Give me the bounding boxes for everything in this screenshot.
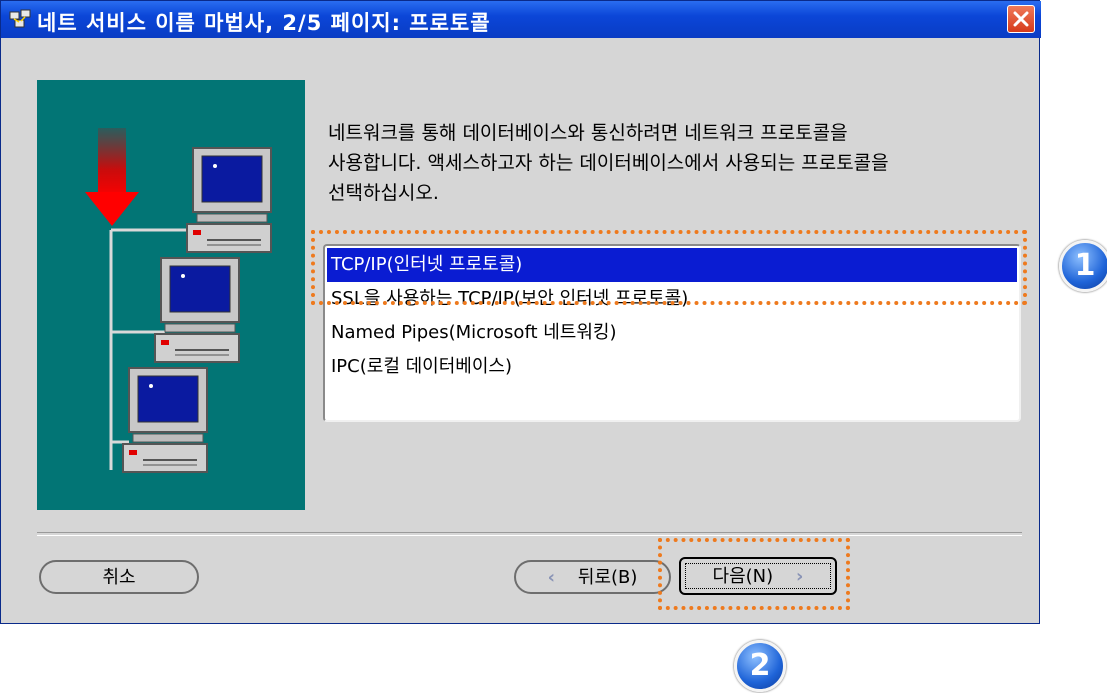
callout-badge-2: 2: [734, 640, 786, 692]
close-button[interactable]: [1007, 5, 1035, 33]
window-title: 네트 서비스 이름 마법사, 2/5 페이지: 프로토콜: [37, 11, 491, 35]
network-illustration: [37, 80, 305, 510]
button-separator: [37, 532, 1022, 536]
wizard-app-icon: [9, 9, 31, 28]
back-button-label: 뒤로(B): [577, 567, 638, 588]
callout-badge-1: 1: [1059, 240, 1107, 292]
close-icon: [1013, 11, 1029, 27]
back-button[interactable]: ‹ 뒤로(B): [514, 560, 671, 594]
chevron-left-icon: ‹: [547, 567, 555, 588]
callout-highlight-protocols: [311, 230, 1027, 305]
callout-highlight-next: [658, 538, 850, 610]
title-bar[interactable]: 네트 서비스 이름 마법사, 2/5 페이지: 프로토콜: [1, 1, 1041, 38]
wizard-window: 네트 서비스 이름 마법사, 2/5 페이지: 프로토콜 네트워크를 통해 데이…: [0, 0, 1041, 624]
protocol-item-ipc[interactable]: IPC(로컬 데이터베이스): [327, 350, 1017, 384]
protocol-item-named-pipes[interactable]: Named Pipes(Microsoft 네트워킹): [327, 316, 1017, 350]
cancel-button[interactable]: 취소: [39, 560, 199, 594]
protocol-description: 네트워크를 통해 데이터베이스와 통신하려면 네트워크 프로토콜을 사용합니다.…: [328, 122, 889, 204]
network-computers-icon: [85, 128, 272, 473]
